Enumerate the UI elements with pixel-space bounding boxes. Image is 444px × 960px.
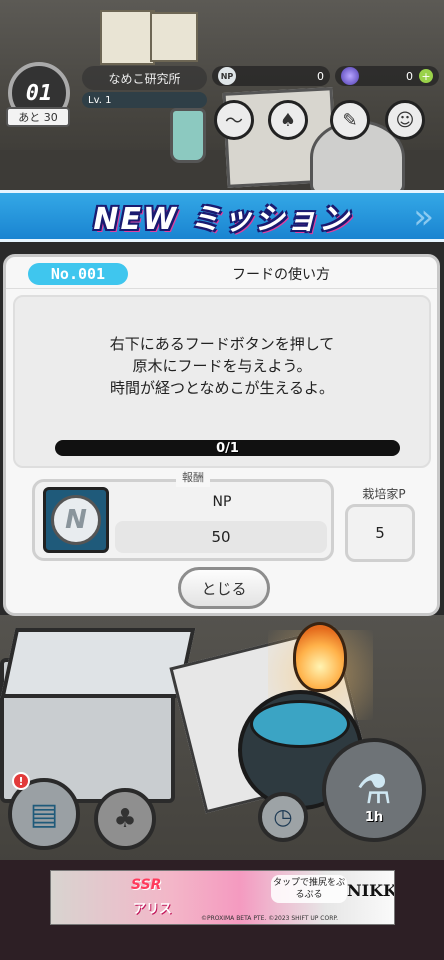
ad-banner[interactable]: SSR アリス タップで推尻をぷるぷる NIKKE ©PROXIMA BETA … xyxy=(50,870,395,925)
clipboard-icon: ▤ xyxy=(29,796,59,832)
np-coin-icon: N xyxy=(51,495,101,545)
ad-ssr-badge: SSR xyxy=(131,877,162,893)
ad-credit: ©PROXIMA BETA PTE. ©2023 SHIFT UP CORP. xyxy=(201,915,338,922)
mission-progress-text: 0/1 xyxy=(216,440,239,456)
new-mission-banner: NEW ミッション » xyxy=(0,190,444,242)
mushroom-icon: ♠ xyxy=(279,109,297,131)
notes-icon: ✎ xyxy=(342,109,358,131)
mission-header: No.001 フードの使い方 xyxy=(6,257,437,289)
remaining-counter: あと 30 xyxy=(6,107,70,127)
chevron-right-icon: » xyxy=(413,197,434,237)
pinned-note xyxy=(100,10,155,65)
flame-icon xyxy=(293,622,347,692)
grower-points-label: 栽培家P xyxy=(362,487,406,501)
reward-label: 報酬 xyxy=(176,469,210,487)
alert-badge: ! xyxy=(12,772,30,790)
inventory-button[interactable]: ♣ xyxy=(94,788,156,850)
pinned-note xyxy=(150,12,198,62)
chat-button[interactable]: ☺ xyxy=(385,100,425,140)
banner-title: NEW ミッション xyxy=(93,202,351,237)
food-bottle-icon: ⚗ xyxy=(356,767,392,813)
flask xyxy=(170,108,206,163)
notes-button[interactable]: ✎ xyxy=(330,100,370,140)
food-button[interactable]: ⚗ xyxy=(322,738,426,842)
gem-value: 0 xyxy=(406,69,413,83)
ad-tagline: タップで推尻をぷるぷる xyxy=(271,875,347,903)
ad-logo: NIKKE xyxy=(347,881,394,900)
mission-title: フードの使い方 xyxy=(232,267,330,283)
lab-name[interactable]: なめこ研究所 xyxy=(82,66,207,90)
mission-progress-bar: 0/1 xyxy=(55,440,400,456)
gem-currency[interactable]: 0 + xyxy=(335,66,439,86)
np-coin-icon: NP xyxy=(218,67,236,85)
mission-number: No.001 xyxy=(28,263,128,285)
reward-box: N NP 50 xyxy=(32,479,334,561)
pot-water xyxy=(250,700,350,748)
time-button[interactable]: ◷ xyxy=(258,792,308,842)
reward-name: NP xyxy=(212,494,232,510)
level-bar: Lv. 1 xyxy=(82,92,207,108)
np-currency[interactable]: NP 0 xyxy=(212,66,330,86)
close-button[interactable]: とじる xyxy=(178,567,270,609)
description-line: 時間が経つとなめこが生えるよ。 xyxy=(109,379,335,397)
food-timer: 1h xyxy=(364,810,384,825)
add-gem-button[interactable]: + xyxy=(419,69,433,83)
collection-button[interactable]: ♠ xyxy=(268,100,308,140)
grower-points: 5 xyxy=(345,504,415,562)
description-line: 右下にあるフードボタンを押して xyxy=(109,335,335,353)
ad-character-name: アリス xyxy=(133,902,173,917)
day-number: 01 xyxy=(25,80,53,106)
np-value: 0 xyxy=(317,69,324,83)
heartbeat-button[interactable]: 〜 xyxy=(214,100,254,140)
clock-icon: ◷ xyxy=(273,804,293,830)
mushroom-bag-icon: ♣ xyxy=(113,804,137,834)
reward-amount: 50 xyxy=(115,521,327,553)
storage-box-lid xyxy=(0,628,196,698)
reward-icon-frame: N xyxy=(43,487,109,553)
mission-card: No.001 フードの使い方 右下にあるフードボタンを押して 原木にフードを与え… xyxy=(3,254,440,616)
smile-icon: ☺ xyxy=(395,109,415,131)
gem-icon xyxy=(341,67,359,85)
level-label: Lv. 1 xyxy=(88,94,112,106)
heartbeat-icon: 〜 xyxy=(225,111,243,132)
mission-description: 右下にあるフードボタンを押して 原木にフードを与えよう。 時間が経つとなめこが生… xyxy=(15,333,429,399)
description-line: 原木にフードを与えよう。 xyxy=(132,357,312,375)
mission-description-box: 右下にあるフードボタンを押して 原木にフードを与えよう。 時間が経つとなめこが生… xyxy=(13,295,431,468)
